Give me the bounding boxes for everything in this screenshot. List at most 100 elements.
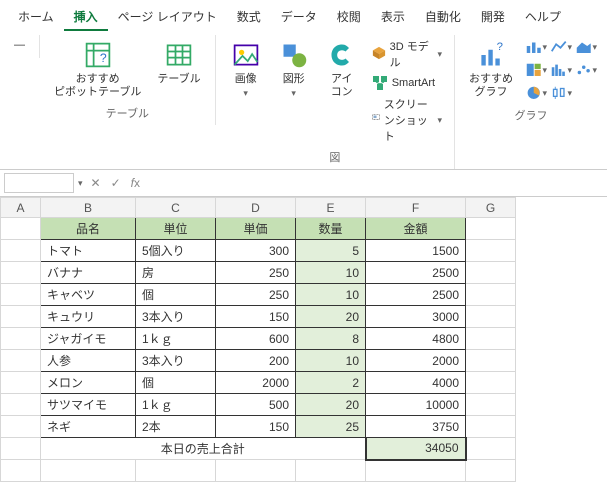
cell-qty[interactable]: 25 <box>296 416 366 438</box>
shapes-button[interactable]: 図形 ▾ <box>274 37 314 101</box>
worksheet-area[interactable]: ABCDEFG品名単位単価数量金額トマト5個入り30051500バナナ房2501… <box>0 197 607 482</box>
tab-ページ レイアウト[interactable]: ページ レイアウト <box>108 4 227 31</box>
cell-name[interactable]: ネギ <box>41 416 136 438</box>
cell-unit[interactable]: 1ｋｇ <box>136 328 216 350</box>
ribbon: ホーム挿入ページ レイアウト数式データ校閲表示自動化開発ヘルプ — ? おすすめ… <box>0 0 607 170</box>
col-header-C[interactable]: C <box>136 198 216 218</box>
3d-model-button[interactable]: 3D モデル ▾ <box>370 37 444 71</box>
box-chart-button[interactable]: ▾ <box>550 83 572 103</box>
col-header-G[interactable]: G <box>466 198 516 218</box>
cell-unit[interactable]: 3本入り <box>136 350 216 372</box>
cell-amount[interactable]: 3750 <box>366 416 466 438</box>
smartart-button[interactable]: SmartArt <box>370 74 437 92</box>
cell-unit[interactable]: 3本入り <box>136 306 216 328</box>
screenshot-button[interactable]: スクリーンショット ▾ <box>370 95 444 145</box>
cell-qty[interactable]: 8 <box>296 328 366 350</box>
tab-ホーム[interactable]: ホーム <box>8 4 64 31</box>
cell-amount[interactable]: 4800 <box>366 328 466 350</box>
cell-name[interactable]: ジャガイモ <box>41 328 136 350</box>
cell-amount[interactable]: 10000 <box>366 394 466 416</box>
cell-name[interactable]: バナナ <box>41 262 136 284</box>
group-tables-label: テーブル <box>50 105 205 121</box>
scatter-chart-button[interactable]: ▾ <box>575 60 597 80</box>
table-button[interactable]: テーブル <box>153 37 204 88</box>
cell-amount[interactable]: 1500 <box>366 240 466 262</box>
tab-開発[interactable]: 開発 <box>471 4 515 31</box>
group-charts-label: グラフ <box>465 107 597 123</box>
cell-unit[interactable]: 1ｋｇ <box>136 394 216 416</box>
namebox-dropdown[interactable]: ▾ <box>78 178 83 189</box>
icons-button[interactable]: アイ コン <box>322 37 362 101</box>
cell-amount[interactable]: 3000 <box>366 306 466 328</box>
tab-数式[interactable]: 数式 <box>227 4 271 31</box>
cell-name[interactable]: トマト <box>41 240 136 262</box>
table-header[interactable]: 金額 <box>366 218 466 240</box>
total-label[interactable]: 本日の売上合計 <box>41 438 366 460</box>
cell-unit[interactable]: 個 <box>136 372 216 394</box>
cell-price[interactable]: 600 <box>216 328 296 350</box>
cell-amount[interactable]: 2000 <box>366 350 466 372</box>
cell-price[interactable]: 300 <box>216 240 296 262</box>
histogram-button[interactable]: ▾ <box>550 60 572 80</box>
formula-input[interactable] <box>148 174 603 192</box>
cell-price[interactable]: 250 <box>216 262 296 284</box>
cell-name[interactable]: メロン <box>41 372 136 394</box>
area-chart-button[interactable]: ▾ <box>575 37 597 57</box>
cell-qty[interactable]: 10 <box>296 350 366 372</box>
pie-chart-button[interactable]: ▾ <box>525 83 547 103</box>
total-amount[interactable]: 34050 <box>366 438 466 460</box>
table-header[interactable]: 単位 <box>136 218 216 240</box>
icons-icon <box>326 39 358 71</box>
tab-ヘルプ[interactable]: ヘルプ <box>515 4 571 31</box>
cell-unit[interactable]: 2本 <box>136 416 216 438</box>
dash-button[interactable]: — <box>10 37 29 54</box>
cell-price[interactable]: 2000 <box>216 372 296 394</box>
tab-校閲[interactable]: 校閲 <box>327 4 371 31</box>
cell-name[interactable]: キャベツ <box>41 284 136 306</box>
table-header[interactable]: 単価 <box>216 218 296 240</box>
tab-挿入[interactable]: 挿入 <box>64 4 108 31</box>
cell-qty[interactable]: 20 <box>296 394 366 416</box>
cell-price[interactable]: 200 <box>216 350 296 372</box>
treemap-button[interactable]: ▾ <box>525 60 547 80</box>
col-header-D[interactable]: D <box>216 198 296 218</box>
line-chart-button[interactable]: ▾ <box>550 37 572 57</box>
cell-unit[interactable]: 個 <box>136 284 216 306</box>
fx-icon[interactable]: fx <box>127 176 144 190</box>
screenshot-icon <box>372 112 380 128</box>
cell-name[interactable]: キュウリ <box>41 306 136 328</box>
recommended-charts-button[interactable]: ? おすすめ グラフ <box>465 37 517 101</box>
table-header[interactable]: 数量 <box>296 218 366 240</box>
cell-qty[interactable]: 10 <box>296 284 366 306</box>
col-header-B[interactable]: B <box>41 198 136 218</box>
cell-name[interactable]: 人参 <box>41 350 136 372</box>
table-header[interactable]: 品名 <box>41 218 136 240</box>
cancel-icon[interactable]: ✕ <box>87 176 105 190</box>
cell-amount[interactable]: 2500 <box>366 262 466 284</box>
cell-qty[interactable]: 20 <box>296 306 366 328</box>
cell-amount[interactable]: 4000 <box>366 372 466 394</box>
cell-qty[interactable]: 5 <box>296 240 366 262</box>
enter-icon[interactable]: ✓ <box>107 176 125 190</box>
tab-データ[interactable]: データ <box>271 4 327 31</box>
bar-chart-button[interactable]: ▾ <box>525 37 547 57</box>
name-box[interactable] <box>4 173 74 193</box>
cell-unit[interactable]: 5個入り <box>136 240 216 262</box>
cell-qty[interactable]: 10 <box>296 262 366 284</box>
cell-price[interactable]: 250 <box>216 284 296 306</box>
col-header-F[interactable]: F <box>366 198 466 218</box>
cell-amount[interactable]: 2500 <box>366 284 466 306</box>
col-header-A[interactable]: A <box>1 198 41 218</box>
recommended-pivot-button[interactable]: ? おすすめ ピボットテーブル <box>50 37 145 101</box>
cell-price[interactable]: 150 <box>216 306 296 328</box>
tab-自動化[interactable]: 自動化 <box>415 4 471 31</box>
cell-name[interactable]: サツマイモ <box>41 394 136 416</box>
cell-price[interactable]: 150 <box>216 416 296 438</box>
cell-unit[interactable]: 房 <box>136 262 216 284</box>
cell-qty[interactable]: 2 <box>296 372 366 394</box>
group-illust-label: 図 <box>226 149 444 165</box>
image-button[interactable]: 画像 ▾ <box>226 37 266 101</box>
col-header-E[interactable]: E <box>296 198 366 218</box>
tab-表示[interactable]: 表示 <box>371 4 415 31</box>
cell-price[interactable]: 500 <box>216 394 296 416</box>
